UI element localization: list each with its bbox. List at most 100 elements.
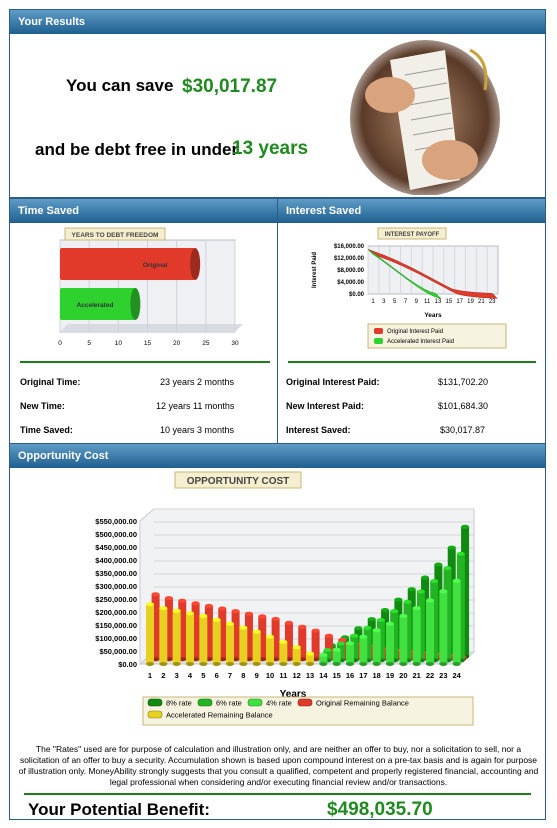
bar-cap (430, 579, 439, 584)
chart-title: YEARS TO DEBT FREEDOM (72, 232, 159, 239)
bar (346, 643, 354, 664)
benefit-divider (24, 793, 531, 795)
bar-cap (311, 628, 320, 633)
bar-cap (381, 608, 390, 612)
bar-cap (266, 634, 274, 639)
interest-row-label: Interest Saved: (286, 425, 351, 435)
x-tick-label: 12 (292, 671, 300, 680)
bar-base (266, 662, 274, 666)
x-tick-label: 10 (115, 340, 123, 347)
bar (266, 636, 274, 664)
interest-row-value: $30,017.87 (440, 425, 486, 435)
bar-cap (226, 621, 234, 626)
interest-payoff-chart: INTEREST PAYOFF $16,000.00 $12,000.00 $8,00… (312, 227, 507, 349)
y-tick-label: $12,000.00 (334, 256, 365, 262)
legend-label: 8% rate (166, 699, 192, 708)
bar-base (279, 662, 288, 666)
debt-prefix: and be debt free in under (35, 140, 239, 159)
bar (212, 619, 221, 664)
legend-swatch (147, 710, 163, 719)
y-axis-label: Interest Paid (312, 252, 318, 288)
chart-title: OPPORTUNITY COST (187, 476, 290, 487)
x-tick-label: 1 (371, 299, 375, 305)
legend-swatch (147, 698, 163, 707)
bar-base (186, 662, 194, 666)
y-tick-label: $0.00 (118, 660, 137, 669)
x-axis-label: Years (424, 312, 442, 319)
bar-cap (159, 606, 168, 611)
legend-swatch (297, 698, 313, 707)
save-amount: $30,017.87 (182, 76, 278, 97)
bar (199, 615, 208, 664)
bar-cap (456, 551, 465, 556)
y-tick-label: $8,000.00 (337, 268, 364, 274)
bar (226, 623, 234, 664)
bar (252, 631, 261, 664)
chart-title: INTEREST PAYOFF (385, 232, 440, 238)
interest-row-label: Original Interest Paid: (286, 377, 380, 387)
legend-label: Accelerated Interest Paid (387, 339, 454, 345)
interest-saved-header: Interest Saved (278, 199, 545, 223)
bar-cap (399, 613, 408, 618)
x-tick-label: 6 (215, 671, 219, 680)
bar-base (252, 662, 261, 666)
bar-cap (204, 603, 213, 608)
bar-cap (258, 614, 267, 619)
time-row-value: 23 years 2 months (160, 377, 235, 387)
x-tick-label: 10 (266, 671, 274, 680)
x-tick-label: 19 (467, 299, 474, 305)
bar-cap (191, 601, 200, 606)
x-tick-label: 5 (201, 671, 205, 680)
bar-base (359, 662, 368, 666)
rates-disclaimer: The "Rates" used are for purpose of calc… (18, 744, 539, 787)
x-tick-label: 20 (173, 340, 181, 347)
opportunity-cost-chart: $550,000.00 $500,000.00 $450,000.00 $400,00… (95, 471, 476, 726)
bar-cap (172, 608, 181, 613)
bar (372, 630, 381, 664)
y-tick-label: $4,000.00 (337, 280, 364, 286)
bar (439, 591, 448, 664)
y-tick-label: $550,000.00 (95, 517, 137, 526)
bar-cap (239, 625, 248, 630)
bar-cap (394, 597, 403, 602)
bar-cap (443, 566, 452, 571)
x-tick-label: 3 (175, 671, 179, 680)
x-tick-label: 30 (231, 340, 239, 347)
x-tick-label: 2 (161, 671, 165, 680)
bar-cap (279, 639, 288, 644)
x-tick-label: 23 (489, 299, 496, 305)
interest-divider (288, 361, 536, 363)
time-row-value: 12 years 11 months (156, 401, 235, 411)
bar-cap (252, 629, 261, 634)
bar-cap (376, 618, 385, 623)
bar-base (332, 662, 341, 666)
bar (452, 580, 461, 664)
bar-cap (332, 647, 341, 652)
x-tick-label: 23 (439, 671, 447, 680)
time-saved-panel: Time Saved YEARS TO DEBT FREEDOM Original… (9, 198, 279, 444)
legend-label: Accelerated Remaining Balance (166, 711, 273, 720)
save-prefix: You can save (66, 76, 174, 95)
legend-label: Original Interest Paid (387, 329, 443, 335)
bar (412, 608, 421, 664)
x-tick-label: 25 (202, 340, 210, 347)
bar (279, 641, 288, 664)
x-tick-label: 15 (144, 340, 152, 347)
bar-base (212, 662, 221, 666)
bar-cap (319, 652, 328, 657)
bar-base (292, 662, 301, 666)
x-tick-label: 17 (456, 299, 463, 305)
bar-cap (434, 562, 443, 567)
years-to-debt-freedom-chart: YEARS TO DEBT FREEDOM Original Accelerated… (58, 227, 243, 347)
bar-cap (218, 606, 227, 611)
bar-cap (452, 578, 461, 583)
bar-label: Original (143, 262, 168, 269)
bar-cap (390, 609, 399, 613)
bar-base (146, 662, 154, 666)
bar-base (399, 662, 408, 666)
bar-base (386, 662, 394, 666)
x-tick-label: 19 (386, 671, 394, 680)
bar-cap (372, 628, 381, 633)
benefit-value: $498,035.70 (327, 799, 433, 820)
bar-base (372, 662, 381, 666)
